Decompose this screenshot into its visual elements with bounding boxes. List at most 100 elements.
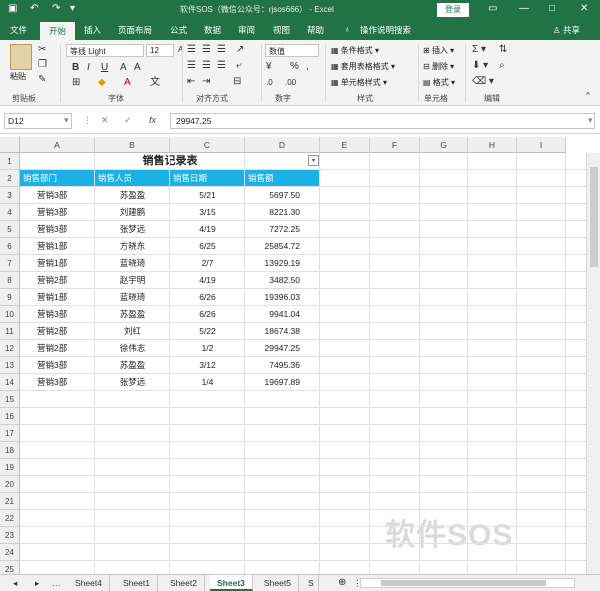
row-header[interactable]: 23 xyxy=(0,527,20,544)
row-header[interactable]: 19 xyxy=(0,459,20,476)
table-cell[interactable]: 蓝晓琦 xyxy=(95,289,170,306)
font-name-select[interactable]: 等线 Light xyxy=(66,44,144,57)
table-cell[interactable]: 营销2部 xyxy=(20,323,95,340)
table-cell[interactable]: 7495.36 xyxy=(245,357,320,374)
increase-decimal-icon[interactable]: .0 xyxy=(266,77,273,89)
share-button[interactable]: ♙ 共享 xyxy=(553,24,580,36)
underline-icon[interactable]: U xyxy=(101,62,108,74)
name-box[interactable]: D12 xyxy=(4,113,72,129)
ribbon-options-icon[interactable]: ▭ xyxy=(488,3,497,14)
row-header[interactable]: 15 xyxy=(0,391,20,408)
tab-review[interactable]: 审阅 xyxy=(238,24,255,36)
name-box-dropdown-icon[interactable]: ▾ xyxy=(64,115,69,126)
table-cell[interactable]: 张梦远 xyxy=(95,374,170,391)
login-button[interactable]: 登录 xyxy=(437,3,469,17)
quick-access-dropdown-icon[interactable]: ▾ xyxy=(70,3,75,14)
sheet-tab[interactable]: Sheet5 xyxy=(257,575,299,591)
font-shrink-icon[interactable]: A xyxy=(134,62,141,74)
bold-icon[interactable]: B xyxy=(72,62,79,74)
table-cell[interactable]: 营销1部 xyxy=(20,238,95,255)
fill-icon[interactable]: ⬇ ▾ xyxy=(472,60,488,72)
autofilter-dropdown-icon[interactable]: ▾ xyxy=(308,155,319,166)
table-cell[interactable]: 营销3部 xyxy=(20,357,95,374)
tab-data[interactable]: 数据 xyxy=(204,24,221,36)
tab-page-layout[interactable]: 页面布局 xyxy=(118,24,152,36)
enter-icon[interactable]: ✓ xyxy=(124,115,132,126)
row-header[interactable]: 20 xyxy=(0,476,20,493)
table-cell[interactable]: 1/4 xyxy=(170,374,245,391)
font-grow-icon[interactable]: A xyxy=(120,62,127,74)
row-header[interactable]: 9 xyxy=(0,289,20,306)
row-header[interactable]: 7 xyxy=(0,255,20,272)
sheet-tab[interactable]: Sheet3 xyxy=(210,575,253,591)
table-cell[interactable]: 8221.30 xyxy=(245,204,320,221)
align-center-icon[interactable]: ☰ xyxy=(202,60,211,72)
table-cell[interactable]: 营销3部 xyxy=(20,306,95,323)
table-cell[interactable]: 营销1部 xyxy=(20,289,95,306)
font-size-select[interactable]: 12 xyxy=(146,44,174,57)
tab-insert[interactable]: 插入 xyxy=(84,24,101,36)
align-top-icon[interactable]: ☰ xyxy=(187,44,196,56)
align-middle-icon[interactable]: ☰ xyxy=(202,44,211,56)
tab-file[interactable]: 文件 xyxy=(10,24,27,36)
row-header[interactable]: 5 xyxy=(0,221,20,238)
table-cell[interactable]: 29947.25 xyxy=(245,340,320,357)
currency-icon[interactable]: ¥ xyxy=(266,61,272,73)
format-cells-button[interactable]: ▤ 格式 ▾ xyxy=(423,77,455,88)
table-cell[interactable]: 营销3部 xyxy=(20,187,95,204)
sheet-tab[interactable]: Sheet2 xyxy=(163,575,205,591)
sheet-tab[interactable]: S xyxy=(304,575,319,591)
merge-center-icon[interactable]: ⊟ xyxy=(233,76,241,88)
row-header[interactable]: 18 xyxy=(0,442,20,459)
collapse-ribbon-icon[interactable]: ^ xyxy=(586,90,590,102)
autosum-icon[interactable]: Σ ▾ xyxy=(472,44,486,56)
scroll-sheets-right-icon[interactable]: ▸ xyxy=(28,575,46,591)
comma-style-icon[interactable]: , xyxy=(306,61,309,73)
paste-label[interactable]: 粘贴 xyxy=(10,71,26,82)
row-header[interactable]: 10 xyxy=(0,306,20,323)
table-cell[interactable]: 营销3部 xyxy=(20,221,95,238)
expand-formula-bar-icon[interactable]: ▾ xyxy=(588,115,593,126)
number-format-select[interactable]: 数值 xyxy=(265,44,319,57)
table-cell[interactable]: 7272.25 xyxy=(245,221,320,238)
table-cell[interactable]: 3/12 xyxy=(170,357,245,374)
phonetic-icon[interactable]: 文 xyxy=(150,77,160,89)
conditional-formatting-button[interactable]: ▦ 条件格式 ▾ xyxy=(331,45,379,56)
italic-icon[interactable]: I xyxy=(87,62,90,74)
row-header[interactable]: 6 xyxy=(0,238,20,255)
table-cell[interactable]: 苏盈盈 xyxy=(95,357,170,374)
column-header[interactable]: A xyxy=(20,137,95,153)
table-title[interactable]: 销售记录表 xyxy=(20,153,320,170)
table-cell[interactable]: 18674.38 xyxy=(245,323,320,340)
scroll-sheets-left-icon[interactable]: ◂ xyxy=(6,575,24,591)
tab-home[interactable]: 开始 xyxy=(40,22,76,40)
row-header[interactable]: 8 xyxy=(0,272,20,289)
row-header[interactable]: 14 xyxy=(0,374,20,391)
table-cell[interactable]: 9941.04 xyxy=(245,306,320,323)
table-cell[interactable]: 5/22 xyxy=(170,323,245,340)
row-header[interactable]: 24 xyxy=(0,544,20,561)
row-header[interactable]: 17 xyxy=(0,425,20,442)
horizontal-scroll-thumb[interactable] xyxy=(381,580,546,586)
table-cell[interactable]: 刘建鹏 xyxy=(95,204,170,221)
table-cell[interactable]: 13929.19 xyxy=(245,255,320,272)
wrap-text-icon[interactable]: ⤶ xyxy=(236,60,242,72)
align-right-icon[interactable]: ☰ xyxy=(217,60,226,72)
table-cell[interactable]: 4/19 xyxy=(170,272,245,289)
table-cell[interactable]: 营销1部 xyxy=(20,255,95,272)
percent-icon[interactable]: % xyxy=(290,61,299,73)
sheet-tab[interactable]: Sheet4 xyxy=(68,575,110,591)
sort-filter-icon[interactable]: ⇅ xyxy=(499,44,507,56)
table-cell[interactable]: 赵宇明 xyxy=(95,272,170,289)
table-cell[interactable]: 徐伟志 xyxy=(95,340,170,357)
vertical-scroll-thumb[interactable] xyxy=(590,167,598,267)
table-cell[interactable]: 6/26 xyxy=(170,289,245,306)
tab-view[interactable]: 视图 xyxy=(273,24,290,36)
undo-icon[interactable]: ↶ xyxy=(30,3,38,14)
column-header[interactable]: C xyxy=(170,137,245,153)
cancel-icon[interactable]: ✕ xyxy=(101,115,109,126)
table-cell[interactable]: 19396.03 xyxy=(245,289,320,306)
table-cell[interactable]: 蓝晓琦 xyxy=(95,255,170,272)
table-cell[interactable]: 刘红 xyxy=(95,323,170,340)
select-all-corner[interactable] xyxy=(0,137,20,153)
